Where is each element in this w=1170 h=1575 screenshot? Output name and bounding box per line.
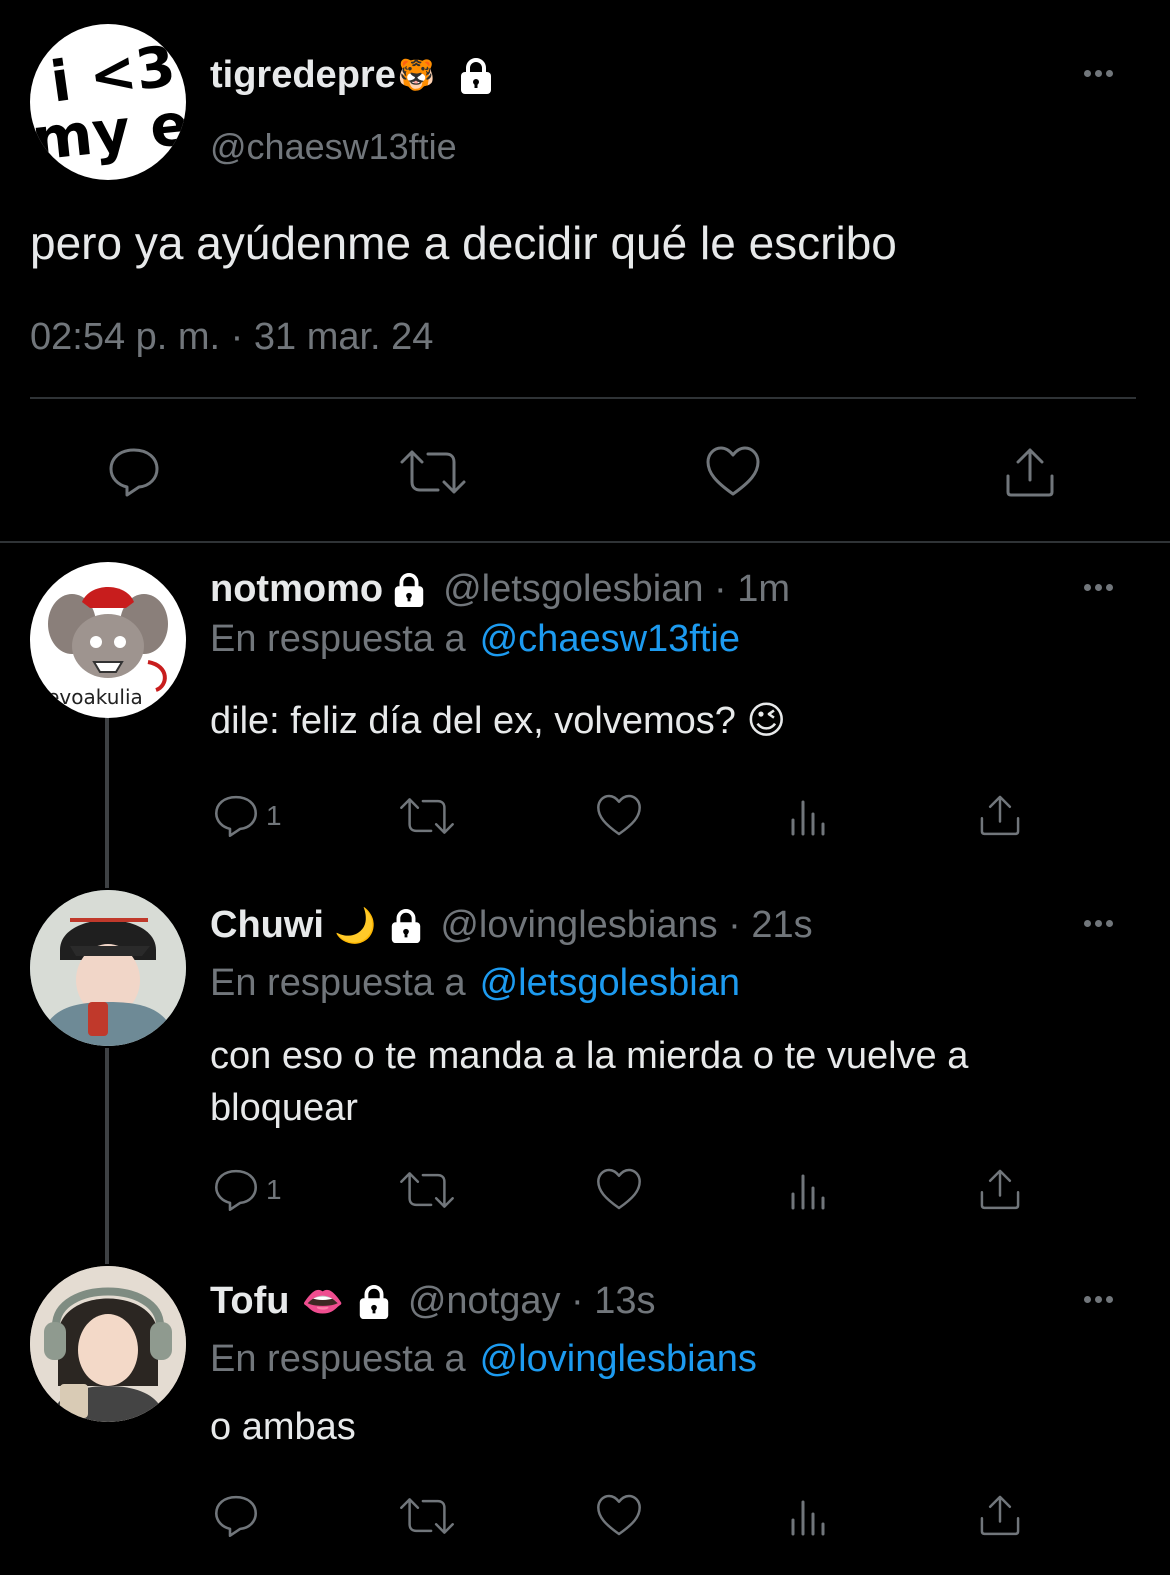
reply-button[interactable]: 1 xyxy=(212,1166,282,1214)
lock-icon xyxy=(457,56,495,96)
share-button[interactable] xyxy=(977,1166,1023,1212)
share-icon xyxy=(1006,448,1054,497)
lock-icon xyxy=(391,571,427,609)
more-icon[interactable] xyxy=(1084,920,1113,927)
reply-button[interactable] xyxy=(106,444,162,500)
reply-to-handle[interactable]: @lovinglesbians xyxy=(480,1338,757,1381)
retweet-button[interactable] xyxy=(398,1492,456,1540)
views-button[interactable] xyxy=(789,1496,829,1536)
like-button[interactable] xyxy=(595,792,643,838)
reply-to-handle[interactable]: @letsgolesbian xyxy=(480,962,740,1005)
reply-icon xyxy=(215,795,257,837)
like-icon xyxy=(597,794,641,836)
retweet-button[interactable] xyxy=(398,792,456,840)
like-icon xyxy=(597,1168,641,1210)
reply-handle-time[interactable]: @notgay · 13s xyxy=(408,1280,656,1323)
reply-icon xyxy=(215,1169,257,1211)
author-handle[interactable]: @chaesw13ftie xyxy=(210,126,457,168)
reply-handle-time[interactable]: @lovinglesbians · 21s xyxy=(440,904,812,947)
author-avatar[interactable]: i <3 my ex xyxy=(30,24,186,180)
reply-avatar[interactable] xyxy=(30,1266,186,1422)
like-icon xyxy=(706,446,760,496)
tweet-timestamp: 02:54 p. m. · 31 mar. 24 xyxy=(30,316,434,358)
share-icon xyxy=(980,1495,1020,1536)
thread-line xyxy=(105,712,109,888)
more-icon[interactable] xyxy=(1084,70,1113,77)
share-button[interactable] xyxy=(1002,444,1058,500)
views-icon xyxy=(791,1500,825,1536)
reply-author-name[interactable]: notmomo xyxy=(210,568,383,611)
lock-icon xyxy=(356,1283,392,1321)
reply-icon xyxy=(215,1495,257,1537)
retweet-button[interactable] xyxy=(398,1166,456,1214)
like-button[interactable] xyxy=(595,1492,643,1538)
reply-handle-time[interactable]: @letsgolesbian · 1m xyxy=(443,568,790,611)
reply-to-label: En respuesta a xyxy=(210,962,466,1004)
thread-line xyxy=(105,1048,109,1264)
lips-emoji: 👄 xyxy=(301,1282,344,1321)
reply-text: con eso o te manda a la mierda o te vuel… xyxy=(210,1035,969,1129)
views-icon xyxy=(791,800,825,836)
reply-author-name[interactable]: Tofu xyxy=(210,1280,289,1323)
reply-to-label: En respuesta a xyxy=(210,618,466,660)
retweet-icon xyxy=(400,450,466,494)
views-button[interactable] xyxy=(789,796,829,836)
like-button[interactable] xyxy=(704,444,762,498)
like-button[interactable] xyxy=(595,1166,643,1212)
reply-button[interactable]: 1 xyxy=(212,792,282,840)
retweet-button[interactable] xyxy=(398,444,468,500)
section-divider xyxy=(0,541,1170,543)
svg-text:llevoakulia: llevoakulia xyxy=(36,685,143,709)
tweet-text: pero ya ayúdenme a decidir qué le escrib… xyxy=(30,217,897,269)
tiger-emoji: 🐯 xyxy=(397,59,436,92)
reply-count: 1 xyxy=(266,800,282,831)
share-button[interactable] xyxy=(977,792,1023,838)
retweet-icon xyxy=(400,798,454,834)
more-icon[interactable] xyxy=(1084,1296,1113,1303)
reply-to-label: En respuesta a xyxy=(210,1338,466,1380)
divider xyxy=(30,397,1136,399)
retweet-icon xyxy=(400,1172,454,1208)
views-button[interactable] xyxy=(789,1170,829,1210)
views-icon xyxy=(791,1174,825,1210)
reply-avatar[interactable] xyxy=(30,890,186,1046)
author-name[interactable]: tigredepre xyxy=(210,54,396,97)
reply-text: o ambas xyxy=(210,1406,356,1448)
lock-icon xyxy=(388,907,424,945)
share-icon xyxy=(980,1169,1020,1210)
reply-author-name[interactable]: Chuwi xyxy=(210,904,324,947)
moon-emoji: 🌙 xyxy=(333,906,377,945)
reply-button[interactable] xyxy=(212,1492,260,1540)
reply-to-handle[interactable]: @chaesw13ftie xyxy=(480,618,740,661)
reply-avatar[interactable]: llevoakulia xyxy=(30,562,186,718)
reply-count: 1 xyxy=(266,1174,282,1205)
reply-icon xyxy=(109,448,159,497)
like-icon xyxy=(597,1494,641,1536)
share-icon xyxy=(980,795,1020,836)
more-icon[interactable] xyxy=(1084,584,1113,591)
reply-text: dile: feliz día del ex, volvemos? 😉 xyxy=(210,700,787,742)
share-button[interactable] xyxy=(977,1492,1023,1538)
retweet-icon xyxy=(400,1498,454,1534)
